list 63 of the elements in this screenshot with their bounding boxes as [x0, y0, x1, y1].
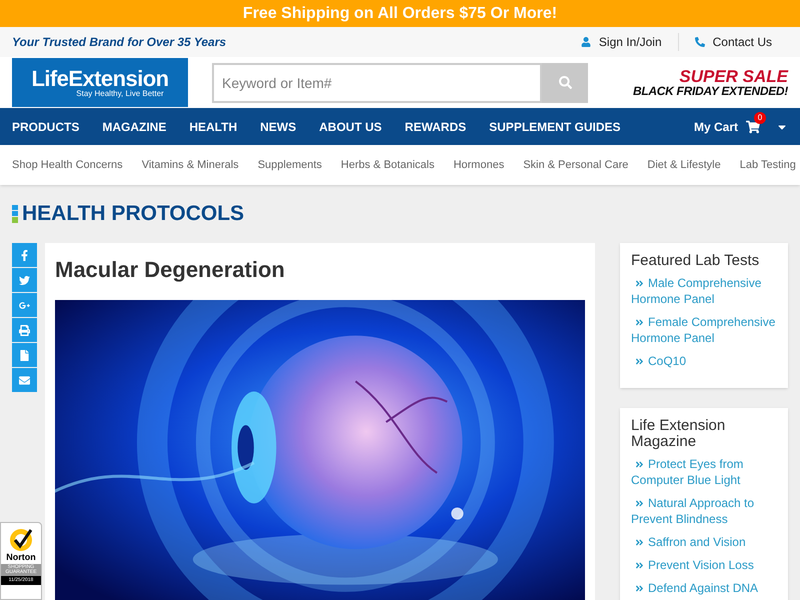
share-button[interactable] — [12, 243, 37, 267]
share-button[interactable] — [12, 343, 37, 367]
document-icon — [19, 350, 30, 360]
cart-count-badge: 0 — [754, 112, 766, 124]
sidebar-link[interactable]: Defend Against DNA — [631, 580, 777, 596]
share-button[interactable] — [12, 318, 37, 342]
twitter-icon — [19, 274, 30, 286]
card-title: Life Extension Magazine — [631, 418, 726, 450]
sidebar-link[interactable]: CoQ10 — [631, 353, 777, 369]
contact-link[interactable]: Contact Us — [678, 33, 788, 51]
category-link[interactable]: Vitamins & Minerals — [142, 156, 239, 174]
google-plus-icon — [19, 300, 30, 310]
article-title: Macular Degeneration — [55, 256, 286, 284]
logo[interactable]: LifeExtension Stay Healthy, Live Better — [12, 58, 188, 107]
share-button[interactable] — [12, 368, 37, 392]
card-title: Featured Lab Tests — [631, 253, 760, 269]
nav-link[interactable]: SUPPLEMENT GUIDES — [489, 118, 620, 136]
sidebar-link[interactable]: Prevent Vision Loss — [631, 557, 777, 573]
category-link[interactable]: Lab Testing — [740, 156, 796, 174]
sidebar-link[interactable]: Natural Approach to Prevent Blindness — [631, 495, 777, 527]
nav-link[interactable]: HEALTH — [189, 118, 238, 136]
search-field[interactable]: Keyword or Item# — [212, 62, 542, 102]
sidebar-link[interactable]: Male Comprehensive Hormone Panel — [631, 275, 777, 307]
sale-banner[interactable]: SUPER SALE BLACK FRIDAY EXTENDED! — [633, 68, 788, 97]
category-link[interactable]: Hormones — [453, 156, 504, 174]
chevron-icon — [635, 357, 644, 366]
chevron-icon — [635, 499, 644, 508]
category-link[interactable]: Diet & Lifestyle — [647, 156, 721, 174]
share-button[interactable] — [12, 293, 37, 317]
category-link[interactable]: Herbs & Botanicals — [340, 156, 434, 174]
chevron-icon — [635, 279, 644, 288]
promo-bar: Free Shipping on All Orders $75 Or More! — [0, 0, 800, 27]
category-link[interactable]: Skin & Personal Care — [523, 156, 628, 174]
category-link[interactable]: Shop Health Concerns — [12, 156, 123, 174]
tagline: Your Trusted Brand for Over 35 Years — [12, 34, 226, 51]
sidebar-link[interactable]: Saffron and Vision — [631, 534, 777, 550]
email-icon — [19, 374, 30, 386]
facebook-icon — [19, 250, 30, 260]
nav-link[interactable]: NEWS — [260, 118, 296, 136]
user-icon — [580, 37, 591, 47]
share-button[interactable] — [12, 268, 37, 292]
chevron-icon — [635, 584, 644, 594]
sidebar-link[interactable]: Protect Eyes from Computer Blue Light — [631, 456, 777, 488]
sign-in-link[interactable]: Sign In/Join — [564, 33, 678, 51]
nav-link[interactable]: ABOUT US — [319, 118, 382, 136]
section-title: HEALTH PROTOCOLS — [22, 201, 244, 228]
nav-link[interactable]: MAGAZINE — [102, 118, 166, 136]
print-icon — [19, 324, 30, 336]
checkmark-icon — [8, 527, 34, 553]
cart-icon — [746, 120, 760, 134]
chevron-icon — [635, 460, 644, 470]
chevron-icon — [635, 561, 644, 570]
section-icon — [12, 205, 18, 223]
search-icon — [558, 76, 572, 89]
nav-link[interactable]: PRODUCTS — [12, 118, 80, 136]
phone-icon — [694, 37, 705, 47]
nav-link[interactable]: REWARDS — [404, 118, 466, 136]
cart-link[interactable]: My Cart — [694, 118, 738, 136]
chevron-icon — [635, 538, 644, 548]
category-link[interactable]: Supplements — [258, 156, 322, 174]
chevron-icon — [635, 318, 644, 328]
search-button[interactable] — [542, 62, 588, 102]
sidebar-link[interactable]: Female Comprehensive Hormone Panel — [631, 314, 777, 346]
